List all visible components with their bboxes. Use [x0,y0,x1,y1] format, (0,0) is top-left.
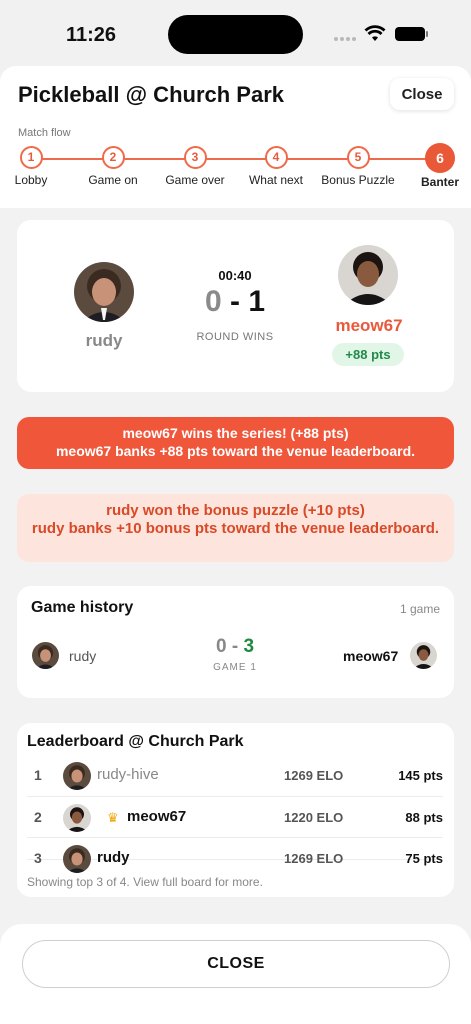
round-score: 0 - 1 [185,285,285,319]
points: 145 pts [398,768,443,783]
series-result-title: meow67 wins the series! (+88 pts) [122,425,349,441]
player-name: rudy-hive [97,766,159,783]
wifi-icon [364,25,386,41]
flow-step-lobby[interactable]: 1 Lobby [0,146,76,187]
status-bar: 11:26 [0,0,471,66]
series-result-detail: meow67 banks +88 pts toward the venue le… [55,443,416,459]
row-divider [27,796,443,797]
points-badge: +88 pts [332,343,404,366]
step-label: Lobby [14,173,48,187]
close-sheet-button[interactable]: CLOSE [22,940,450,988]
avatar [74,262,134,322]
game-history-title: Game history [31,599,134,616]
match-sheet: Pickleball @ Church Park Close Match flo… [0,66,471,1024]
cellular-signal-icon [334,37,356,41]
elo: 1269 ELO [284,851,344,866]
leaderboard-row[interactable]: 1 rudy-hive 1269 ELO 145 pts [27,756,443,796]
step-number: 6 [425,143,455,173]
step-label: What next [248,173,304,187]
step-label: Game on [88,173,138,187]
elo: 1220 ELO [284,810,344,825]
crown-icon: ♛ [107,810,119,825]
points: 88 pts [405,810,443,825]
avatar [32,642,59,669]
step-label: Banter [420,175,459,189]
step-label: Game over [165,173,225,187]
avatar [410,642,437,669]
elo: 1269 ELO [284,768,344,783]
bonus-result-title: rudy won the bonus puzzle (+10 pts) [106,502,365,519]
battery-icon [395,27,428,41]
avatar [63,845,91,873]
flow-step-what-next[interactable]: 4 What next [231,146,321,187]
step-number: 2 [101,146,125,169]
bonus-result-detail: rudy banks +10 bonus pts toward the venu… [31,520,440,537]
avatar [63,762,91,790]
history-score-separator: - [226,636,244,657]
match-flow-label: Match flow [18,127,71,139]
player-name: meow67 [127,808,187,825]
row-divider [27,837,443,838]
game-history-card: Game history 1 game rudy 0 - 3 GAME 1 me… [17,586,454,698]
step-label: Bonus Puzzle [321,173,395,187]
close-button[interactable]: Close [390,78,454,110]
leaderboard-card: Leaderboard @ Church Park 1 rudy-hive 12… [17,723,454,897]
clock: 11:26 [66,24,117,46]
step-number: 1 [19,146,43,169]
game-count: 1 game [399,602,440,616]
score-separator: - [221,285,249,318]
history-game-label: GAME 1 [213,662,257,673]
history-score: 0 - 3 [195,636,275,658]
flow-step-banter[interactable]: 6 Banter [395,143,471,189]
history-right-score: 3 [243,636,255,657]
scoreboard-card: rudy 00:40 0 - 1 ROUND WINS meow67 +88 p… [17,220,454,392]
leaderboard-footer[interactable]: Showing top 3 of 4. View full board for … [27,875,263,889]
right-score: 1 [248,285,266,318]
flow-step-bonus-puzzle[interactable]: 5 Bonus Puzzle [313,146,403,187]
history-right-player: meow67 [343,648,399,664]
left-score: 0 [204,285,222,318]
flow-step-game-over[interactable]: 3 Game over [150,146,240,187]
series-result-banner: meow67 wins the series! (+88 pts) meow67… [17,417,454,469]
leaderboard-title: Leaderboard @ Church Park [27,733,244,750]
page-title: Pickleball @ Church Park [18,82,284,107]
step-number: 3 [183,146,207,169]
rank: 3 [34,850,42,866]
player-name: rudy [97,849,130,866]
step-number: 4 [264,146,288,169]
leaderboard-row[interactable]: 2 ♛ meow67 1220 ELO 88 pts [27,798,443,838]
avatar [63,804,91,832]
rank: 2 [34,809,42,825]
right-player-name: meow67 [335,316,403,335]
sheet-header: Pickleball @ Church Park Close Match flo… [0,66,471,208]
history-left-score: 0 [215,636,227,657]
step-number: 5 [346,146,370,169]
bottom-action-bar: CLOSE [0,924,471,1024]
leaderboard-row[interactable]: 3 rudy 1269 ELO 75 pts [27,839,443,879]
rank: 1 [34,767,42,783]
round-wins-caption: ROUND WINS [196,331,274,343]
avatar [338,245,398,305]
left-player-name: rudy [85,331,123,350]
flow-step-game-on[interactable]: 2 Game on [68,146,158,187]
bonus-result-banner: rudy won the bonus puzzle (+10 pts) rudy… [17,494,454,562]
match-timer: 00:40 [218,268,252,283]
history-left-player: rudy [69,648,97,664]
points: 75 pts [405,851,443,866]
dynamic-island [168,15,303,54]
